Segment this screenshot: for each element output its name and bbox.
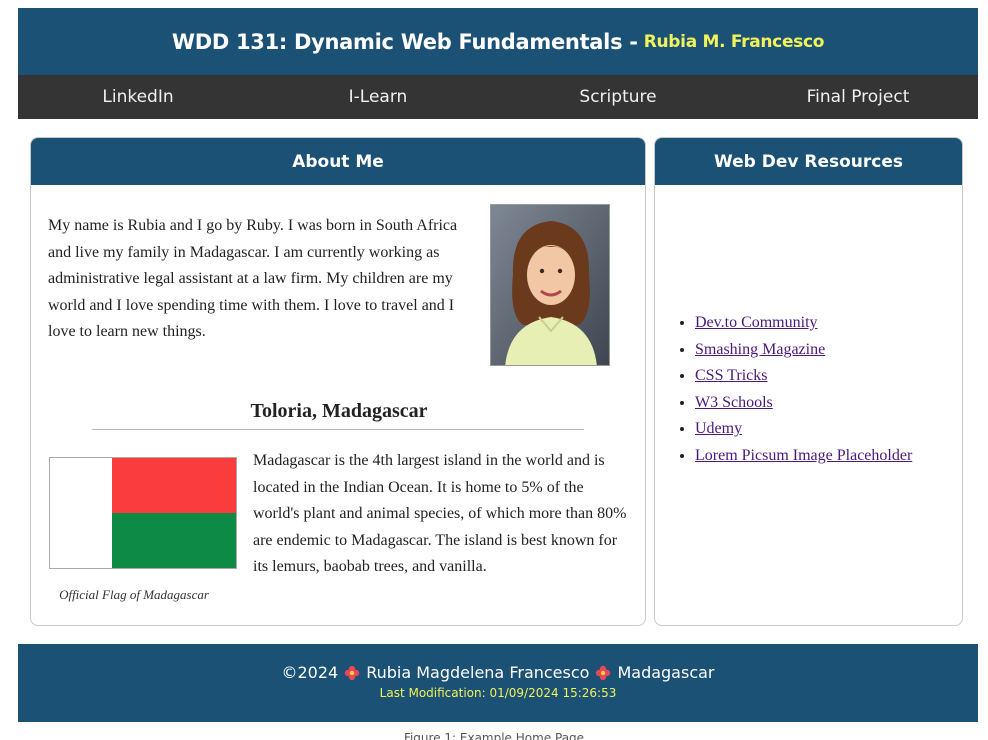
figure-caption: Figure 1: Example Home Page — [403, 731, 585, 740]
profile-photo-image — [491, 205, 609, 365]
about-text: My name is Rubia and I go by Ruby. I was… — [48, 217, 458, 340]
place-divider — [92, 429, 584, 430]
link-udemy[interactable]: Udemy — [695, 420, 742, 437]
link-lorem-picsum[interactable]: Lorem Picsum Image Placeholder — [695, 447, 912, 464]
resources-list: Dev.to Community Smashing Magazine CSS T… — [695, 310, 955, 470]
about-heading: About Me — [31, 138, 645, 185]
list-item: Dev.to Community — [695, 310, 955, 337]
list-item: Udemy — [695, 416, 955, 443]
nav-link-scripture[interactable]: Scripture — [498, 87, 738, 107]
list-item: Smashing Magazine — [695, 337, 955, 364]
course-title: WDD 131: Dynamic Web Fundamentals - — [171, 29, 638, 54]
nav-link-ilearn[interactable]: I-Learn — [258, 87, 498, 107]
place-title: Toloria, Madagascar — [250, 400, 428, 422]
link-devto[interactable]: Dev.to Community — [695, 314, 818, 331]
flower-icon — [345, 665, 360, 680]
list-item: Lorem Picsum Image Placeholder — [695, 443, 955, 470]
link-w3-schools[interactable]: W3 Schools — [695, 394, 773, 411]
author-name: Rubia M. Francesco — [643, 31, 825, 52]
profile-photo — [490, 204, 610, 366]
copyright-year: ©2024 — [281, 663, 339, 682]
flower-icon — [596, 665, 611, 680]
about-card: About Me My name is Rubia and I go by Ru… — [30, 137, 646, 626]
site-footer: ©2024 Rubia Magdelena Francesco Madagasc… — [18, 644, 978, 722]
resources-card: Web Dev Resources Dev.to Community Smash… — [654, 137, 963, 626]
madagascar-flag — [49, 457, 237, 569]
footer-author-name: Rubia Magdelena Francesco — [366, 663, 590, 682]
list-item: CSS Tricks — [695, 363, 955, 390]
nav-link-linkedin[interactable]: LinkedIn — [18, 87, 258, 107]
link-css-tricks[interactable]: CSS Tricks — [695, 367, 768, 384]
main-nav: LinkedIn I-Learn Scripture Final Project — [18, 75, 978, 119]
footer-country: Madagascar — [617, 663, 715, 682]
flag-caption: Official Flag of Madagascar — [59, 587, 209, 602]
site-header: WDD 131: Dynamic Web Fundamentals - Rubi… — [18, 8, 978, 75]
list-item: W3 Schools — [695, 390, 955, 417]
resources-heading: Web Dev Resources — [655, 138, 962, 185]
nav-link-final-project[interactable]: Final Project — [738, 87, 978, 107]
last-modified: Last Modification: 01/09/2024 15:26:53 — [379, 686, 617, 700]
link-smashing-magazine[interactable]: Smashing Magazine — [695, 341, 825, 358]
place-text: Madagascar is the 4th largest island in … — [253, 452, 627, 575]
